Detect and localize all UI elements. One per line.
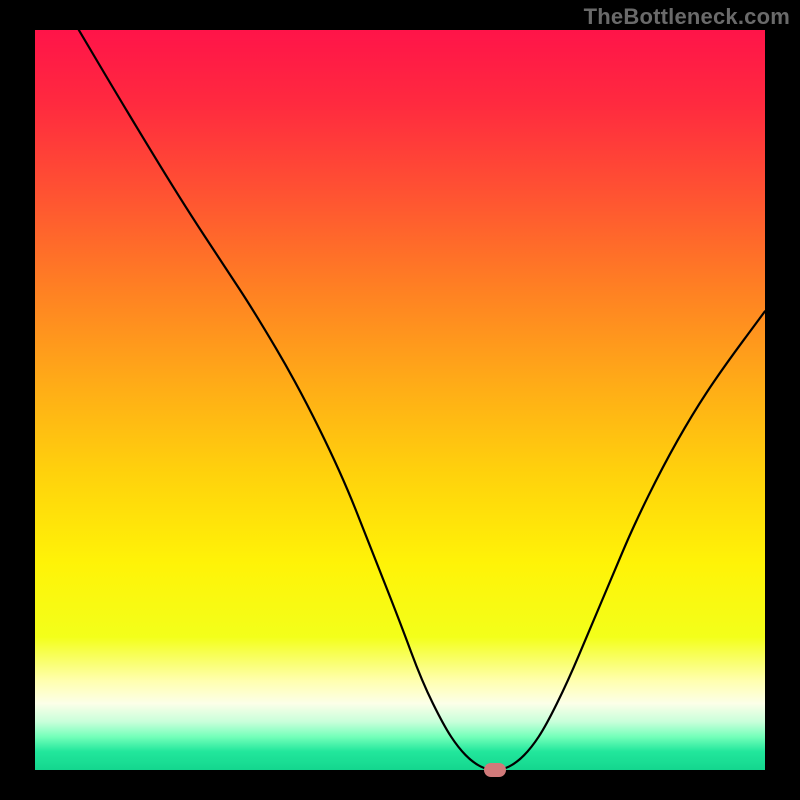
watermark-text: TheBottleneck.com xyxy=(584,4,790,30)
plot-area xyxy=(35,30,765,770)
optimal-marker xyxy=(484,763,506,777)
chart-svg xyxy=(35,30,765,770)
chart-frame: TheBottleneck.com xyxy=(0,0,800,800)
